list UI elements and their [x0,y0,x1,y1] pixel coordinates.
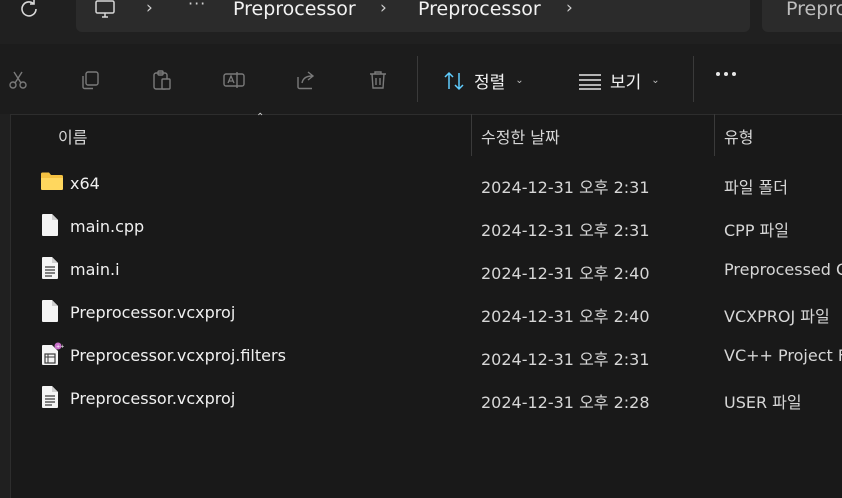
refresh-icon[interactable] [14,0,44,24]
file-list: x64 2024-12-31 오후 2:31 파일 폴더 main.cpp 20… [0,164,842,422]
file-modified: 2024-12-31 오후 2:31 [481,350,650,369]
more-options-icon[interactable] [716,72,736,76]
cut-icon[interactable] [4,66,32,94]
breadcrumb-item[interactable]: Preprocessor [233,0,356,20]
file-row[interactable]: x64 2024-12-31 오후 2:31 파일 폴더 [0,164,842,207]
chevron-right-icon[interactable]: › [146,0,153,18]
chevron-right-icon[interactable]: › [566,0,573,18]
text-file-icon [40,385,64,409]
view-label: 보기 [610,73,642,93]
file-modified: 2024-12-31 오후 2:31 [481,178,650,197]
file-row[interactable]: main.i 2024-12-31 오후 2:40 Preprocessed C [0,250,842,293]
address-bar[interactable]: › ··· Preprocessor › Preprocessor › [76,0,750,32]
chevron-down-icon: ⌄ [515,75,524,86]
file-name: Preprocessor.vcxproj.filters [70,346,286,365]
column-type-header[interactable]: 유형 [724,124,753,148]
paste-icon[interactable] [148,66,176,94]
file-name: main.i [70,260,120,279]
search-placeholder: Prepro [786,0,842,20]
file-modified: 2024-12-31 오후 2:31 [481,221,650,240]
file-modified: 2024-12-31 오후 2:40 [481,307,650,326]
toolbar-divider [693,56,694,102]
breadcrumb-item[interactable]: Preprocessor [418,0,541,20]
folder-icon [40,170,64,194]
copy-icon[interactable] [76,66,104,94]
chevron-down-icon: ⌄ [651,75,660,86]
share-icon[interactable] [292,66,320,94]
file-icon [40,299,64,323]
file-modified: 2024-12-31 오후 2:28 [481,393,650,412]
view-list-icon [579,73,601,90]
text-file-icon [40,256,64,280]
file-modified: 2024-12-31 오후 2:40 [481,264,650,283]
sort-arrows-icon [444,71,464,90]
search-input[interactable]: Prepro [762,0,842,32]
file-row[interactable]: Preprocessor.vcxproj 2024-12-31 오후 2:28 … [0,379,842,422]
file-row[interactable]: ++ Preprocessor.vcxproj.filters 2024-12-… [0,336,842,379]
file-type: Preprocessed C [724,260,842,279]
file-row[interactable]: Preprocessor.vcxproj 2024-12-31 오후 2:40 … [0,293,842,336]
sort-label: 정렬 [474,73,506,93]
command-bar: 정렬 ⌄ 보기 ⌄ [0,44,842,115]
file-name: Preprocessor.vcxproj [70,303,236,322]
this-pc-icon[interactable] [94,0,116,24]
file-type: VC++ Project F [724,346,842,365]
delete-icon[interactable] [364,66,392,94]
view-button[interactable]: 보기 ⌄ [578,68,660,93]
chevron-right-icon[interactable]: › [380,0,387,18]
breadcrumb-overflow-button[interactable]: ··· [188,0,206,13]
file-icon [40,213,64,237]
rename-icon[interactable] [220,66,248,94]
file-type: VCXPROJ 파일 [724,307,830,326]
file-name: main.cpp [70,217,145,236]
file-row[interactable]: main.cpp 2024-12-31 오후 2:31 CPP 파일 [0,207,842,250]
column-resize-handle[interactable] [714,114,715,156]
filters-file-icon: ++ [40,342,64,366]
svg-text:++: ++ [56,344,64,350]
sort-button[interactable]: 정렬 ⌄ [442,68,524,93]
file-name: Preprocessor.vcxproj [70,389,236,408]
column-name-header[interactable]: 이름 [58,124,87,148]
column-resize-handle[interactable] [471,114,472,156]
sort-ascending-icon: ⌃ [256,112,265,123]
column-modified-header[interactable]: 수정한 날짜 [481,124,560,148]
file-type: USER 파일 [724,393,802,412]
file-type: 파일 폴더 [724,178,788,197]
title-bar: › ··· Preprocessor › Preprocessor › Prep… [0,0,842,44]
toolbar-divider [417,56,418,102]
column-header: ⌃ 이름 수정한 날짜 유형 [10,112,842,156]
file-name: x64 [70,174,100,193]
file-type: CPP 파일 [724,221,789,240]
